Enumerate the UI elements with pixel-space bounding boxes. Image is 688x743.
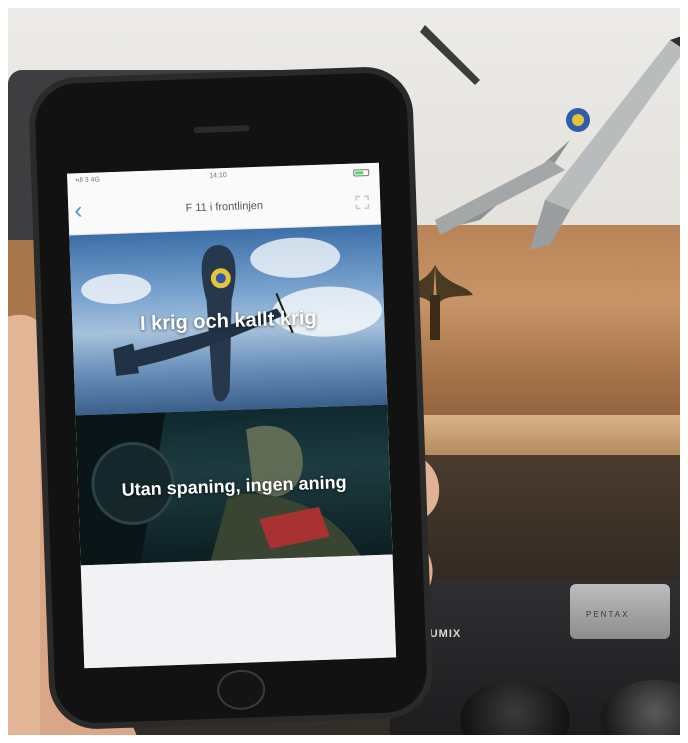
story-card-blank[interactable] bbox=[80, 554, 397, 669]
expand-icon[interactable] bbox=[354, 194, 371, 211]
photo-scene: PENTAX LUMIX •ıll 3 4G 14:10 ‹ F 11 i fr… bbox=[0, 0, 688, 743]
signal-indicator: •ıll 3 4G bbox=[75, 176, 101, 185]
phone-screen: •ıll 3 4G 14:10 ‹ F 11 i frontlinjen I k… bbox=[67, 162, 397, 669]
phone-earpiece bbox=[193, 125, 250, 134]
chevron-left-icon[interactable]: ‹ bbox=[74, 197, 101, 225]
home-button[interactable] bbox=[216, 668, 266, 711]
nav-title: F 11 i frontlinjen bbox=[185, 199, 264, 215]
battery-icon bbox=[353, 169, 370, 177]
fighter-jet-model-icon bbox=[420, 25, 688, 250]
pentax-label: PENTAX bbox=[586, 610, 630, 619]
status-time: 14:10 bbox=[209, 172, 227, 180]
story-card-reconnaissance[interactable]: Utan spaning, ingen aning bbox=[75, 404, 393, 566]
story-card-cold-war[interactable]: I krig och kallt krig bbox=[69, 224, 388, 416]
smartphone: •ıll 3 4G 14:10 ‹ F 11 i frontlinjen I k… bbox=[33, 71, 429, 725]
